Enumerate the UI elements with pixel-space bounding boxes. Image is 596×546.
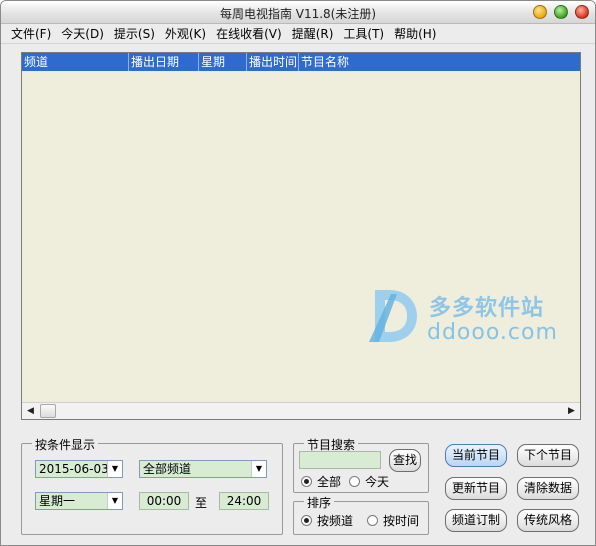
time-to-field[interactable]: 24:00 <box>219 492 269 510</box>
menu-online-watch[interactable]: 在线收看(V) <box>216 25 282 42</box>
column-header-time[interactable]: 播出时间 <box>247 53 299 71</box>
watermark: 多多软件站 ddooo.com <box>367 278 557 364</box>
menu-today[interactable]: 今天(D) <box>61 25 104 42</box>
search-all-radio[interactable] <box>301 476 312 487</box>
list-header: 频道 播出日期 星期 播出时间 节目名称 <box>22 53 580 71</box>
app-window: 每周电视指南 V11.8(未注册) 文件(F) 今天(D) 提示(S) 外观(K… <box>0 0 596 546</box>
scroll-left-icon[interactable]: ◀ <box>22 403 39 419</box>
scroll-thumb[interactable] <box>40 404 56 418</box>
sort-time-label[interactable]: 按时间 <box>383 512 419 529</box>
time-range-separator: 至 <box>195 496 208 510</box>
watermark-cn-text: 多多软件站 <box>429 296 545 321</box>
program-list[interactable]: 频道 播出日期 星期 播出时间 节目名称 ◀ ▶ <box>21 52 581 420</box>
menu-tips[interactable]: 提示(S) <box>114 25 155 42</box>
title-bar: 每周电视指南 V11.8(未注册) <box>1 1 595 24</box>
window-title: 每周电视指南 V11.8(未注册) <box>219 7 377 21</box>
filter-group-title: 按条件显示 <box>32 436 99 453</box>
menu-file[interactable]: 文件(F) <box>11 25 51 42</box>
sort-channel-radio[interactable] <box>301 515 312 526</box>
date-select-value: 2015-06-03 <box>39 462 109 476</box>
chevron-down-icon[interactable]: ▼ <box>251 461 266 477</box>
next-program-button[interactable]: 下个节目 <box>517 444 579 467</box>
column-header-program[interactable]: 节目名称 <box>299 53 580 71</box>
column-header-weekday[interactable]: 星期 <box>199 53 247 71</box>
search-today-radio[interactable] <box>349 476 361 487</box>
time-from-field[interactable]: 00:00 <box>139 492 189 510</box>
channel-subscribe-button[interactable]: 频道订制 <box>445 509 507 532</box>
classic-style-button[interactable]: 传统风格 <box>517 509 579 532</box>
search-input[interactable] <box>299 451 381 469</box>
horizontal-scrollbar[interactable]: ◀ ▶ <box>22 402 580 419</box>
watermark-en-text: ddooo.com <box>427 320 558 345</box>
search-all-label[interactable]: 全部 <box>317 473 341 490</box>
search-scope-options: 全部 今天 <box>301 473 397 490</box>
find-button[interactable]: 查找 <box>389 449 421 472</box>
sort-time-radio[interactable] <box>367 515 379 526</box>
chevron-down-icon[interactable]: ▼ <box>107 461 122 477</box>
maximize-button[interactable] <box>554 5 568 19</box>
menu-reminder[interactable]: 提醒(R) <box>292 25 334 42</box>
weekday-select[interactable]: 星期一 ▼ <box>35 492 123 510</box>
menu-help[interactable]: 帮助(H) <box>394 25 436 42</box>
clear-data-button[interactable]: 清除数据 <box>517 477 579 500</box>
channel-select[interactable]: 全部频道 ▼ <box>139 460 267 478</box>
watermark-logo-icon <box>369 290 417 342</box>
menu-appearance[interactable]: 外观(K) <box>165 25 206 42</box>
menu-bar: 文件(F) 今天(D) 提示(S) 外观(K) 在线收看(V) 提醒(R) 工具… <box>1 24 595 44</box>
weekday-select-value: 星期一 <box>39 494 76 508</box>
sort-group-title: 排序 <box>304 494 335 511</box>
menu-tools[interactable]: 工具(T) <box>343 25 384 42</box>
channel-select-value: 全部频道 <box>143 462 192 476</box>
sort-channel-label[interactable]: 按频道 <box>317 512 353 529</box>
scroll-right-icon[interactable]: ▶ <box>563 403 580 419</box>
search-today-label[interactable]: 今天 <box>365 473 389 490</box>
filter-group: 按条件显示 <box>21 436 283 535</box>
current-program-button[interactable]: 当前节目 <box>445 444 507 467</box>
close-button[interactable] <box>575 5 589 19</box>
minimize-button[interactable] <box>533 5 547 19</box>
column-header-date[interactable]: 播出日期 <box>129 53 199 71</box>
update-programs-button[interactable]: 更新节目 <box>445 477 507 500</box>
date-select[interactable]: 2015-06-03 ▼ <box>35 460 123 478</box>
chevron-down-icon[interactable]: ▼ <box>107 493 122 509</box>
sort-options: 按频道 按时间 <box>301 512 427 529</box>
column-header-channel[interactable]: 频道 <box>22 53 129 71</box>
